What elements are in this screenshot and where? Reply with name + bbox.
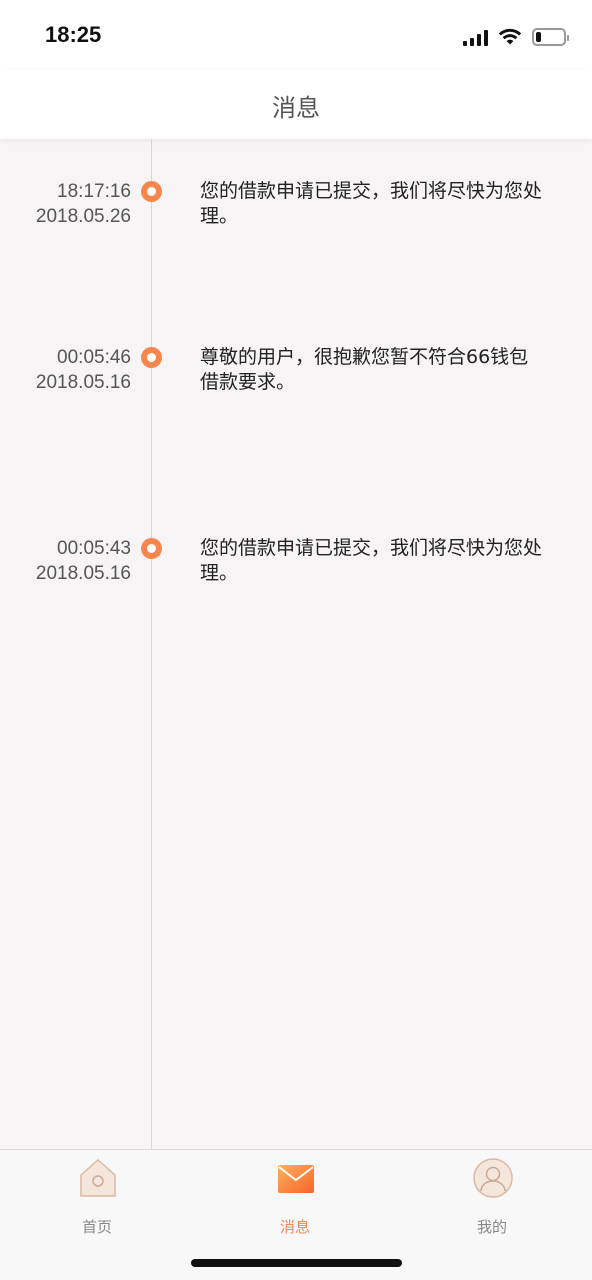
home-icon xyxy=(80,1158,116,1197)
tab-home[interactable]: 首页 xyxy=(37,1158,157,1238)
tab-profile[interactable]: 我的 xyxy=(432,1158,552,1238)
message-date: 2018.05.16 xyxy=(35,563,131,584)
page-title: 消息 xyxy=(272,94,320,122)
home-indicator[interactable] xyxy=(191,1259,402,1267)
message-time: 00:05:43 xyxy=(57,538,131,559)
status-bar: 18:25 xyxy=(0,0,592,70)
signal-icon xyxy=(463,29,488,46)
tab-label: 我的 xyxy=(476,1218,507,1236)
message-timestamp: 18:17:16 2018.05.26 xyxy=(36,179,131,229)
message-time: 18:17:16 xyxy=(57,181,131,202)
status-icons xyxy=(463,25,569,49)
timeline-dot-icon xyxy=(141,538,162,559)
status-time: 18:25 xyxy=(45,22,102,47)
message-text: 您的借款申请已提交，我们将尽快为您处理。 xyxy=(200,180,543,227)
nav-bar: 消息 xyxy=(0,70,592,139)
timeline-dot-icon xyxy=(141,347,162,368)
message-date: 2018.05.16 xyxy=(35,372,131,393)
timeline-dot-icon xyxy=(141,181,162,202)
message-timestamp: 00:05:43 2018.05.16 xyxy=(36,536,131,586)
message-time: 00:05:46 xyxy=(57,347,131,368)
message-timestamp: 00:05:46 2018.05.16 xyxy=(36,345,131,395)
tab-label: 首页 xyxy=(81,1218,112,1236)
message-text: 尊敬的用户，很抱歉您暂不符合66钱包借款要求。 xyxy=(200,346,529,393)
tab-label: 消息 xyxy=(279,1218,310,1236)
tab-messages[interactable]: 消息 xyxy=(235,1158,355,1238)
message-date: 2018.05.26 xyxy=(35,206,131,227)
battery-fill xyxy=(536,32,541,42)
user-icon xyxy=(473,1158,513,1198)
timeline-line xyxy=(151,139,152,1149)
mail-icon xyxy=(278,1165,314,1193)
wifi-icon xyxy=(498,28,522,45)
battery-icon xyxy=(532,28,569,46)
message-text: 您的借款申请已提交，我们将尽快为您处理。 xyxy=(200,537,543,584)
message-timeline[interactable]: 18:17:16 2018.05.26 您的借款申请已提交，我们将尽快为您处理。… xyxy=(0,139,592,1149)
